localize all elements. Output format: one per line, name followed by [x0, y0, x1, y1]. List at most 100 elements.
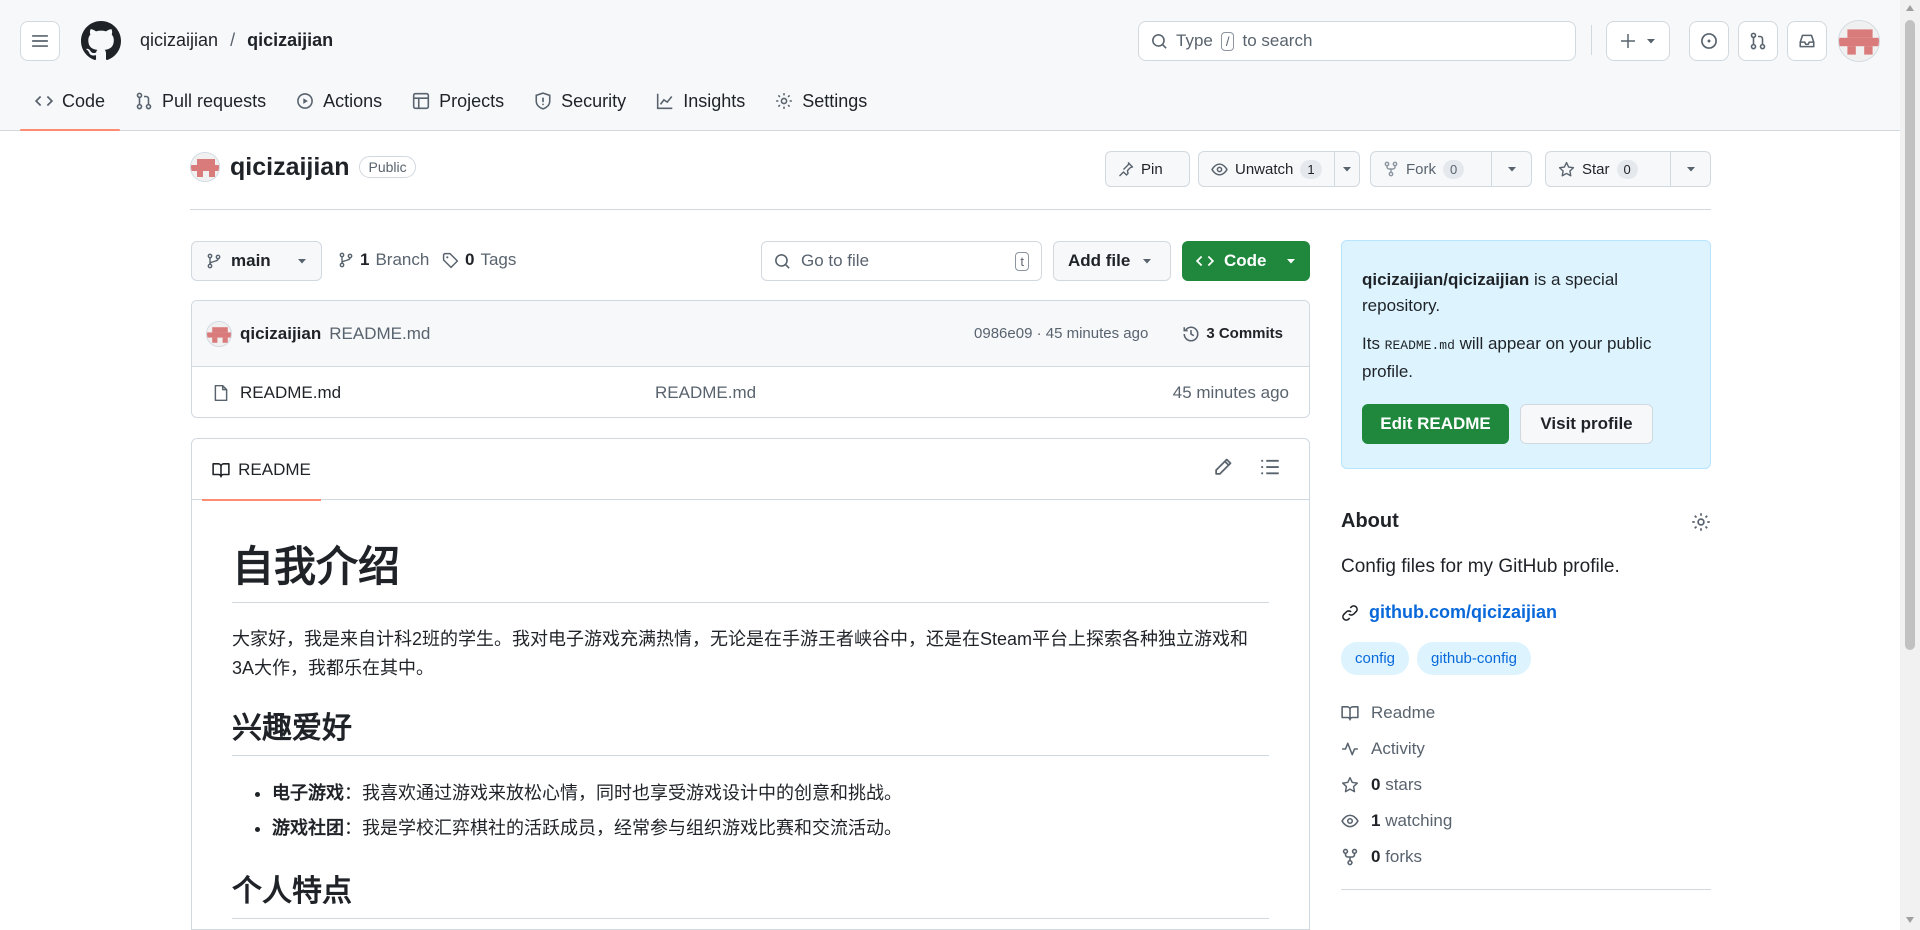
- tags-link[interactable]: 0 Tags: [442, 250, 516, 270]
- visibility-badge: Public: [359, 156, 416, 178]
- stars-link[interactable]: 0 stars: [1341, 767, 1711, 803]
- tab-security-label: Security: [561, 90, 627, 111]
- scrollbar-thumb[interactable]: [1905, 20, 1915, 650]
- issues-button[interactable]: [1689, 21, 1729, 61]
- inbox-button[interactable]: [1787, 21, 1827, 61]
- special-repo-line-1: qicizaijian/qicizaijian is a special rep…: [1362, 267, 1690, 319]
- breadcrumb-repo[interactable]: qicizaijian: [247, 30, 333, 50]
- about-website-link[interactable]: github.com/qicizaijian: [1341, 602, 1711, 623]
- code-icon: [35, 95, 53, 107]
- fork-dropdown[interactable]: [1491, 152, 1531, 186]
- gear-icon[interactable]: [1691, 512, 1711, 532]
- breadcrumb-separator: /: [230, 30, 236, 50]
- title-divider: [190, 209, 1711, 210]
- graph-icon: [657, 93, 673, 110]
- git-pull-request-icon: [1750, 32, 1766, 50]
- special-line-2-pre: Its: [1362, 334, 1385, 353]
- tag-icon: [442, 252, 459, 268]
- about-description: Config files for my GitHub profile.: [1341, 556, 1620, 577]
- forks-link[interactable]: 0 forks: [1341, 839, 1711, 875]
- readme-heading-hobbies: 兴趣爱好: [232, 711, 1269, 757]
- commit-message[interactable]: README.md: [329, 324, 430, 344]
- edit-readme-button[interactable]: Edit README: [1362, 404, 1509, 444]
- branches-link[interactable]: 1 Branch: [338, 250, 429, 270]
- identicon-avatar-icon: [1839, 21, 1879, 61]
- identicon-avatar-icon: [191, 153, 219, 181]
- code-button[interactable]: Code: [1182, 241, 1310, 281]
- star-button[interactable]: Star 0: [1545, 151, 1711, 187]
- page-scrollbar[interactable]: [1900, 0, 1920, 930]
- tab-pull-requests-label: Pull requests: [162, 90, 267, 111]
- tab-security[interactable]: Security: [519, 86, 641, 116]
- watch-dropdown[interactable]: [1333, 152, 1359, 186]
- star-counter: 0: [1616, 159, 1638, 179]
- unwatch-label: Unwatch: [1235, 160, 1294, 178]
- eye-icon: [1211, 162, 1228, 176]
- commits-link[interactable]: 3 Commits: [1170, 325, 1295, 343]
- readme-link[interactable]: Readme: [1341, 695, 1711, 731]
- pull-requests-button[interactable]: [1738, 21, 1778, 61]
- file-row[interactable]: README.md README.md 45 minutes ago: [192, 367, 1309, 417]
- user-avatar[interactable]: [1838, 20, 1880, 62]
- list-item-bold: 电子游戏: [272, 783, 344, 804]
- tab-projects[interactable]: Projects: [397, 86, 519, 116]
- topic-config[interactable]: config: [1341, 642, 1410, 675]
- topic-github-config[interactable]: github-config: [1417, 642, 1531, 675]
- topics-list: config github-config: [1341, 642, 1711, 675]
- add-file-button[interactable]: Add file: [1053, 241, 1171, 281]
- repo-forked-icon: [1342, 848, 1358, 866]
- list-item: 电子游戏：我喜欢通过游戏来放松心情，同时也享受游戏设计中的创意和挑战。: [272, 776, 1269, 811]
- scroll-down-arrow-icon[interactable]: [1905, 916, 1915, 924]
- caret-down-icon: [1143, 259, 1152, 264]
- star-dropdown[interactable]: [1670, 152, 1710, 186]
- table-icon: [413, 92, 430, 110]
- add-file-label: Add file: [1068, 251, 1131, 270]
- commit-sha-time[interactable]: 0986e09 · 45 minutes ago: [974, 325, 1148, 342]
- github-logo-icon[interactable]: [81, 21, 121, 61]
- git-branch-icon: [339, 252, 353, 268]
- visit-profile-button[interactable]: Visit profile: [1520, 404, 1653, 444]
- caret-down-icon: [1686, 167, 1695, 172]
- edit-readme-icon[interactable]: [1213, 457, 1233, 477]
- repo-owner-avatar[interactable]: [190, 152, 220, 182]
- link-icon: [1342, 604, 1358, 621]
- list-item-text: ：我喜欢通过游戏来放松心情，同时也享受游戏设计中的创意和挑战。: [344, 783, 902, 804]
- breadcrumb-owner[interactable]: qicizaijian: [140, 30, 218, 50]
- scroll-up-arrow-icon[interactable]: [1905, 4, 1915, 12]
- watching-label: watching: [1385, 811, 1453, 830]
- watching-link[interactable]: 1 watching: [1341, 803, 1711, 839]
- inbox-icon: [1799, 34, 1815, 48]
- fork-button[interactable]: Fork 0: [1370, 151, 1532, 187]
- commit-author[interactable]: qicizaijian: [240, 324, 321, 344]
- file-commit-message[interactable]: README.md: [655, 383, 756, 403]
- readme-link-label: Readme: [1371, 703, 1436, 722]
- tab-pull-requests[interactable]: Pull requests: [120, 86, 281, 116]
- search-placeholder-prefix: Type: [1176, 31, 1213, 50]
- go-to-file-input[interactable]: Go to file t: [761, 241, 1042, 281]
- menu-button[interactable]: [20, 21, 60, 61]
- eye-icon: [1341, 814, 1359, 828]
- file-name[interactable]: README.md: [240, 383, 655, 403]
- repo-name[interactable]: qicizaijian: [230, 153, 349, 182]
- tab-actions[interactable]: Actions: [281, 86, 397, 116]
- tab-insights[interactable]: Insights: [641, 86, 760, 116]
- activity-link[interactable]: Activity: [1341, 731, 1711, 767]
- commit-author-avatar[interactable]: [206, 320, 232, 347]
- tab-code[interactable]: Code: [20, 86, 121, 131]
- header-divider: [1591, 25, 1592, 55]
- outline-list-icon[interactable]: [1260, 457, 1280, 477]
- pin-button[interactable]: Pin: [1105, 151, 1190, 187]
- tab-settings[interactable]: Settings: [760, 86, 882, 116]
- caret-down-icon: [1647, 39, 1655, 44]
- repo-title: qicizaijian Public: [190, 152, 416, 182]
- readme-tab[interactable]: README: [202, 439, 321, 501]
- unwatch-button[interactable]: Unwatch 1: [1198, 151, 1360, 187]
- create-new-button[interactable]: [1606, 21, 1670, 61]
- global-search-input[interactable]: Type / to search: [1138, 21, 1576, 61]
- breadcrumb: qicizaijian / qicizaijian: [140, 30, 333, 51]
- special-repo-line-2: Its README.md will appear on your public…: [1362, 331, 1690, 385]
- readme-hobbies-list: 电子游戏：我喜欢通过游戏来放松心情，同时也享受游戏设计中的创意和挑战。 游戏社团…: [232, 776, 1269, 846]
- file-icon: [214, 384, 228, 401]
- pulse-icon: [1342, 742, 1358, 756]
- branch-selector[interactable]: main: [191, 241, 322, 281]
